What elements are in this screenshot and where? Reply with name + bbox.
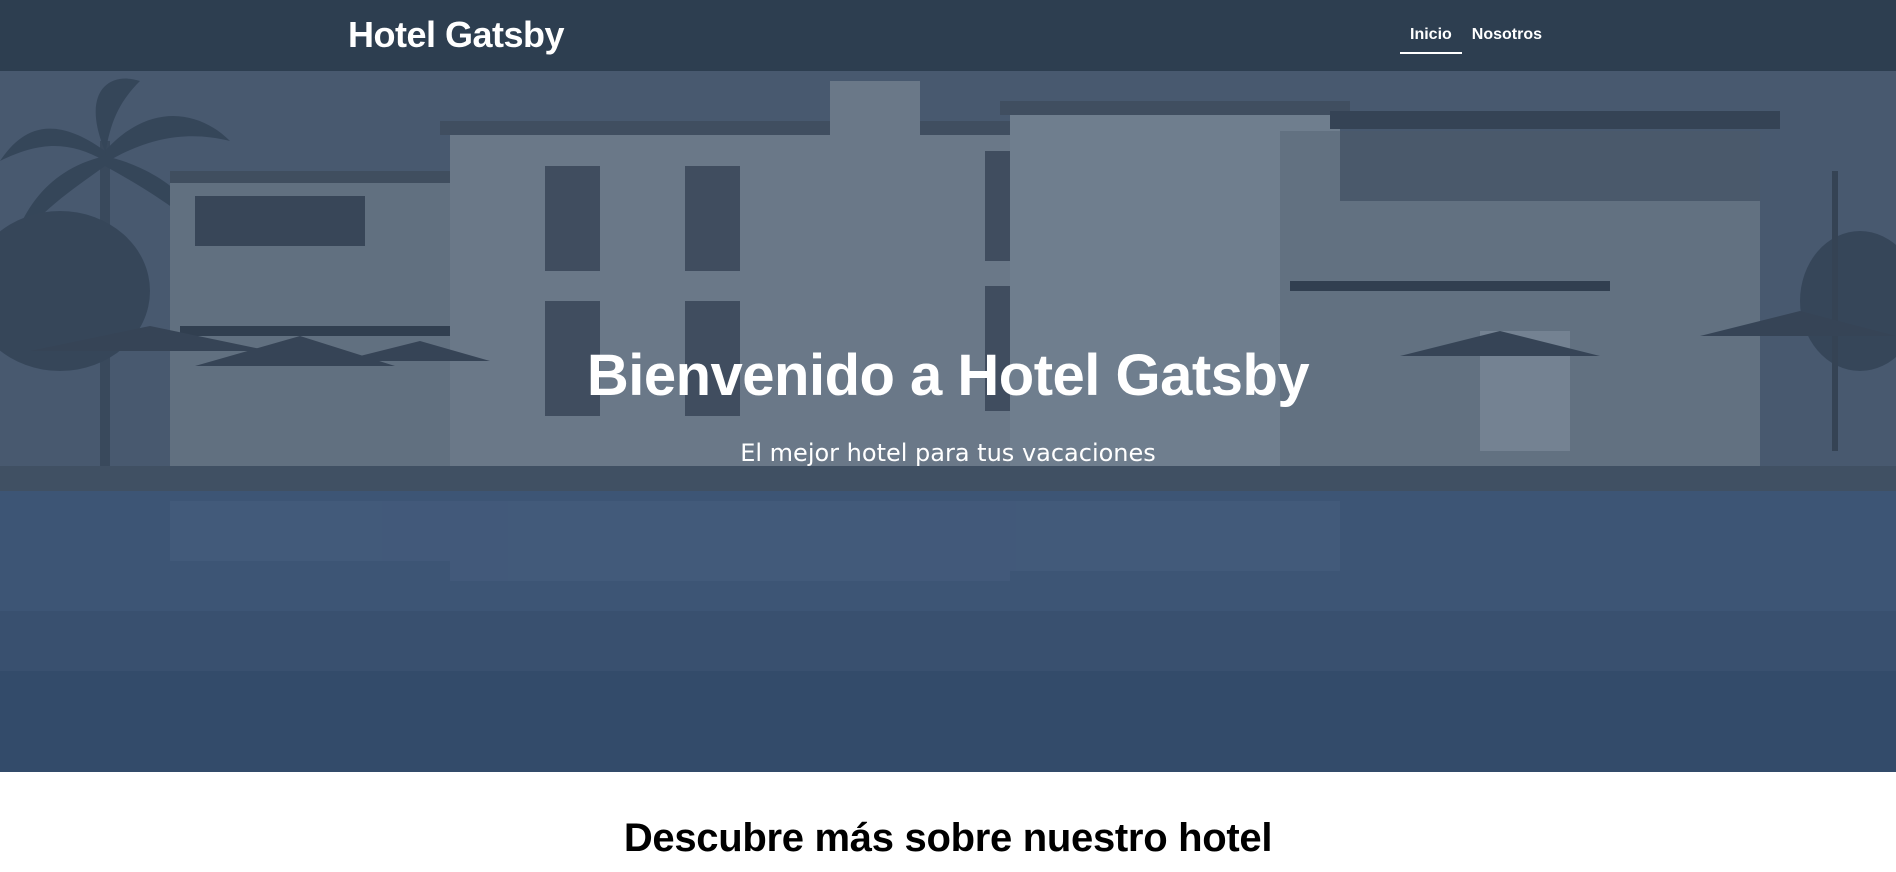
main-nav: Inicio Nosotros [1400, 22, 1552, 54]
hero-banner: Bienvenido a Hotel Gatsby El mejor hotel… [0, 71, 1896, 772]
nav-link-inicio[interactable]: Inicio [1400, 22, 1462, 54]
site-logo[interactable]: Hotel Gatsby [348, 14, 565, 56]
hero-title: Bienvenido a Hotel Gatsby [586, 343, 1310, 408]
site-header: Hotel Gatsby Inicio Nosotros [0, 0, 1896, 71]
nav-link-nosotros[interactable]: Nosotros [1462, 22, 1552, 54]
hero-content: Bienvenido a Hotel Gatsby El mejor hotel… [0, 341, 1896, 467]
hero-subtitle: El mejor hotel para tus vacaciones [740, 438, 1156, 467]
section-title: Descubre más sobre nuestro hotel [623, 816, 1273, 860]
